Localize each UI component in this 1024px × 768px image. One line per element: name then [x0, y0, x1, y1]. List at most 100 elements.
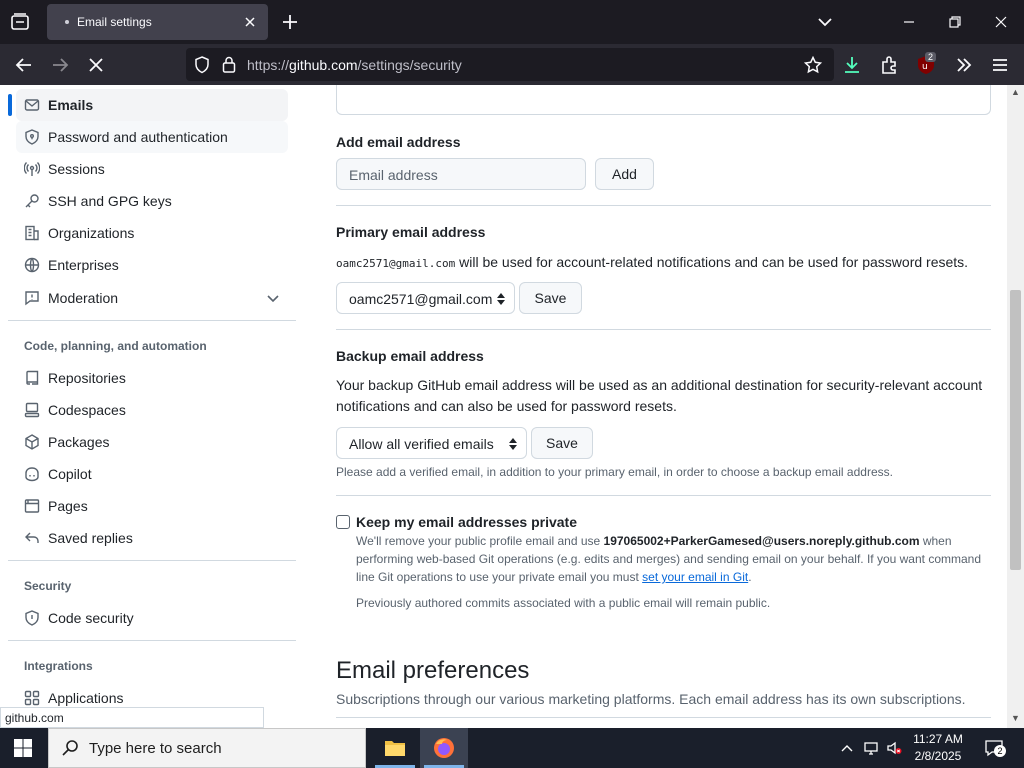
sidebar-item-label: Enterprises	[48, 257, 119, 273]
search-icon	[61, 739, 79, 757]
scroll-up-arrow-icon[interactable]: ▲	[1011, 87, 1020, 97]
primary-email-description: oamc2571@gmail.com will be used for acco…	[336, 254, 969, 270]
backup-email-select[interactable]: Allow all verified emails	[336, 427, 527, 459]
keep-email-private-checkbox[interactable]	[336, 515, 350, 529]
extension-badge-count: 2	[925, 52, 937, 62]
clock-date: 2/8/2025	[914, 749, 962, 763]
minimize-icon[interactable]	[899, 12, 919, 32]
chevron-down-icon[interactable]	[266, 291, 280, 305]
add-email-heading: Add email address	[336, 134, 461, 150]
sidebar-item-sessions[interactable]: Sessions	[16, 153, 288, 185]
notification-center-icon[interactable]: 2	[984, 739, 1006, 757]
primary-email-heading: Primary email address	[336, 224, 486, 240]
tab-list-icon[interactable]	[8, 10, 32, 34]
set-email-in-git-link[interactable]: set your email in Git	[642, 570, 748, 584]
apps-grid-icon	[24, 690, 40, 706]
url-bar[interactable]: https://github.com/settings/security	[186, 48, 834, 81]
forward-arrow-icon[interactable]	[49, 54, 71, 76]
tab-loading-dot	[65, 20, 69, 24]
sidebar-item-label: Organizations	[48, 225, 135, 241]
sidebar-item-codespaces[interactable]: Codespaces	[16, 394, 288, 426]
keep-email-private-label[interactable]: Keep my email addresses private	[356, 514, 577, 530]
backup-email-select-value: Allow all verified emails	[349, 436, 494, 452]
sidebar-divider	[8, 560, 296, 561]
file-explorer-taskbar-button[interactable]	[371, 728, 419, 768]
network-icon[interactable]	[863, 740, 879, 756]
volume-muted-icon[interactable]	[886, 740, 902, 756]
save-backup-email-button[interactable]: Save	[531, 427, 593, 459]
sidebar-item-packages[interactable]: Packages	[16, 426, 288, 458]
section-divider	[336, 717, 991, 718]
show-hidden-icons-chevron-icon[interactable]	[839, 740, 855, 756]
bookmark-star-icon[interactable]	[803, 55, 823, 74]
url-text: https://github.com/settings/security	[247, 57, 462, 73]
sidebar-item-emails[interactable]: Emails	[8, 89, 288, 121]
scrollbar-thumb[interactable]	[1010, 290, 1021, 570]
package-icon	[24, 434, 40, 450]
hamburger-menu-icon[interactable]	[989, 54, 1011, 76]
section-divider	[336, 329, 991, 330]
browser-nav-bar: https://github.com/settings/security u	[0, 44, 1024, 85]
backup-email-heading: Backup email address	[336, 348, 484, 364]
sidebar-item-saved-replies[interactable]: Saved replies	[16, 522, 288, 554]
sidebar-item-ssh-gpg-keys[interactable]: SSH and GPG keys	[16, 185, 288, 217]
sidebar-item-label: Applications	[48, 690, 124, 706]
primary-email-select[interactable]: oamc2571@gmail.com	[336, 282, 515, 314]
email-preferences-description: Subscriptions through our various market…	[336, 691, 966, 707]
firefox-taskbar-button[interactable]	[420, 728, 468, 768]
lock-icon[interactable]	[222, 56, 236, 73]
clock-time: 11:27 AM	[913, 732, 963, 746]
stop-loading-icon[interactable]	[85, 54, 107, 76]
sidebar-item-enterprises[interactable]: Enterprises	[16, 249, 288, 281]
sidebar-item-pages[interactable]: Pages	[16, 490, 288, 522]
sidebar-item-repositories[interactable]: Repositories	[16, 362, 288, 394]
page-scrollbar[interactable]: ▲ ▼	[1007, 85, 1024, 728]
section-divider	[336, 495, 991, 496]
sidebar-item-label: Repositories	[48, 370, 126, 386]
sidebar-item-label: Pages	[48, 498, 88, 514]
firefox-icon	[434, 738, 454, 758]
sidebar-item-label: Emails	[48, 97, 94, 113]
sidebar-item-label: Moderation	[48, 290, 119, 306]
scroll-down-arrow-icon[interactable]: ▼	[1011, 713, 1020, 723]
email-preferences-title: Email preferences	[336, 657, 530, 684]
sidebar-section-heading: Integrations	[24, 659, 93, 673]
sidebar-item-copilot[interactable]: Copilot	[16, 458, 288, 490]
extensions-puzzle-icon[interactable]	[878, 54, 900, 76]
sidebar-section-heading: Security	[24, 579, 72, 593]
downloads-icon[interactable]	[841, 54, 863, 76]
restore-icon[interactable]	[945, 12, 965, 32]
sidebar-item-moderation[interactable]: Moderation	[16, 282, 288, 314]
sidebar-item-organizations[interactable]: Organizations	[16, 217, 288, 249]
taskbar-clock[interactable]: 11:27 AM 2/8/2025	[906, 731, 970, 765]
back-arrow-icon[interactable]	[13, 54, 35, 76]
sidebar-item-label: Sessions	[48, 161, 105, 177]
sidebar-divider	[8, 320, 296, 321]
more-tools-chevrons-icon[interactable]	[953, 54, 975, 76]
sidebar-item-code-security[interactable]: Code security	[16, 602, 288, 634]
add-email-input[interactable]: Email address	[336, 158, 586, 190]
sidebar-item-label: Copilot	[48, 466, 92, 482]
sidebar-item-label: Password and authentication	[48, 129, 228, 145]
new-tab-plus-icon[interactable]	[280, 12, 300, 32]
tab-close-icon[interactable]	[242, 14, 258, 30]
browser-tab-active[interactable]: Email settings	[47, 4, 268, 40]
github-settings-page: Emails Password and authentication Sessi…	[0, 85, 1007, 728]
mail-icon	[24, 97, 40, 113]
taskbar-search-box[interactable]: Type here to search	[48, 728, 366, 768]
close-window-icon[interactable]	[991, 12, 1011, 32]
shield-icon[interactable]	[194, 56, 210, 74]
section-divider	[336, 205, 991, 206]
backup-email-note: Please add a verified email, in addition…	[336, 465, 893, 479]
windows-start-icon[interactable]	[14, 739, 32, 757]
organization-icon	[24, 225, 40, 241]
sidebar-item-password-authentication[interactable]: Password and authentication	[16, 121, 288, 153]
list-all-tabs-chevron-icon[interactable]	[816, 13, 834, 31]
add-email-button[interactable]: Add	[595, 158, 654, 190]
private-email-description-line1: We'll remove your public profile email a…	[356, 534, 952, 548]
private-email-description-line2: performing web-based Git operations (e.g…	[356, 552, 982, 566]
save-primary-email-button[interactable]: Save	[519, 282, 582, 314]
copilot-icon	[24, 466, 40, 482]
repo-icon	[24, 370, 40, 386]
svg-text:u: u	[922, 62, 928, 72]
